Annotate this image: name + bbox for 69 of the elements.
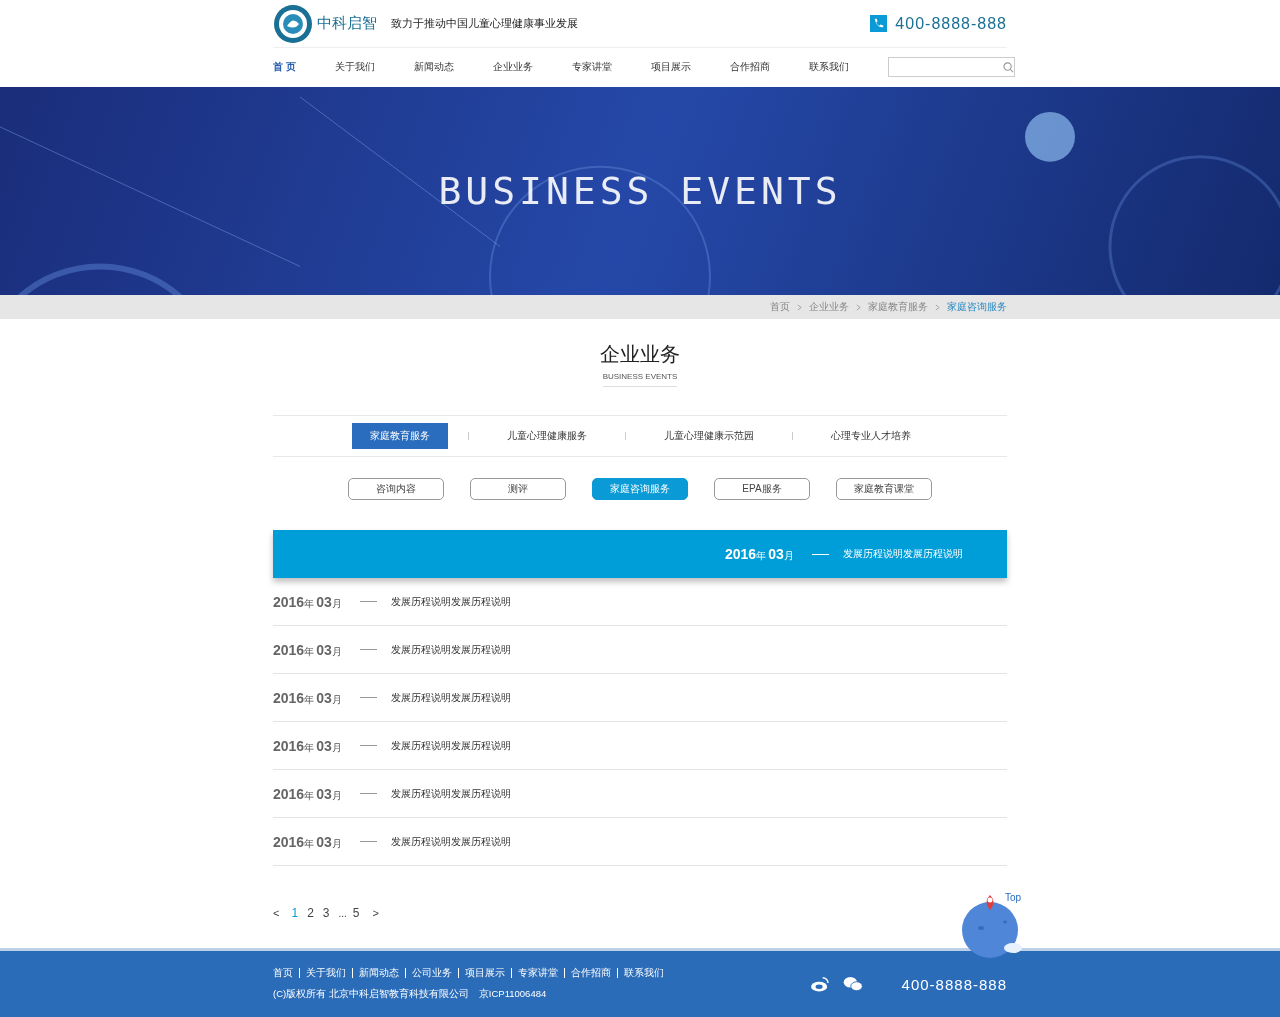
category-tab[interactable]: 儿童心理健康示范园 xyxy=(645,423,772,449)
weibo-icon[interactable] xyxy=(809,976,830,992)
chevron-icon xyxy=(856,303,861,311)
nav-link[interactable]: 企业业务 xyxy=(492,60,533,74)
brand-name: 中科启智 xyxy=(317,14,377,33)
page-link[interactable]: 3 xyxy=(322,906,330,920)
event-description: 发展历程说明发展历程说明 xyxy=(390,738,511,753)
service-tab[interactable]: 家庭教育课堂 xyxy=(836,478,932,500)
nav-link[interactable]: 联系我们 xyxy=(808,60,849,74)
nav-link[interactable]: 首 页 xyxy=(273,60,296,74)
date-label: 2016年03月 xyxy=(273,832,343,851)
event-description: 发展历程说明发展历程说明 xyxy=(842,547,963,561)
service-tab[interactable]: 测评 xyxy=(470,478,566,500)
ellipsis[interactable]: ... xyxy=(338,907,347,919)
chevron-icon xyxy=(935,303,940,311)
chevron-icon xyxy=(797,303,802,311)
copyright-text: (C)版权所有 北京中科启智教育科技有限公司 xyxy=(273,987,469,1001)
nav-link[interactable]: 项目展示 xyxy=(650,60,691,74)
footer-link[interactable]: 新闻动态 xyxy=(352,967,405,978)
date-label: 2016年03月 xyxy=(273,784,343,803)
previous-page-link[interactable]: < xyxy=(273,907,280,919)
event-description: 发展历程说明发展历程说明 xyxy=(390,786,511,801)
footer-hotline: 400-8888-888 xyxy=(901,975,1007,993)
footer-link[interactable]: 联系我们 xyxy=(617,967,670,978)
back-to-top-link[interactable]: Top xyxy=(1005,892,1022,903)
date-label: 2016年03月 xyxy=(273,688,343,707)
nav-link[interactable]: 新闻动态 xyxy=(413,60,454,74)
footer-link[interactable]: 项目展示 xyxy=(458,967,511,978)
logo-emblem-icon xyxy=(273,3,313,44)
page-link[interactable]: 2 xyxy=(307,906,314,920)
timeline-row[interactable]: 2016年03月 发展历程说明发展历程说明 xyxy=(273,674,1007,722)
icp-number: 京ICP11006484 xyxy=(478,987,547,1001)
timeline-row[interactable]: 2016年03月 发展历程说明发展历程说明 xyxy=(273,578,1007,626)
timeline-row[interactable]: 2016年03月 发展历程说明发展历程说明 xyxy=(273,722,1007,770)
date-label: 2016年03月 xyxy=(273,640,343,659)
date-label: 2016年03月 xyxy=(273,592,343,611)
category-tab[interactable]: 心理专业人才培养 xyxy=(812,423,929,449)
nav-link[interactable]: 专家讲堂 xyxy=(571,60,612,74)
service-tab[interactable]: EPA服务 xyxy=(714,478,810,500)
event-description: 发展历程说明发展历程说明 xyxy=(390,642,511,657)
date-label: 2016年03月 xyxy=(725,545,795,563)
footer-link[interactable]: 关于我们 xyxy=(299,967,352,978)
nav-link[interactable]: 合作招商 xyxy=(729,60,770,74)
search-icon[interactable] xyxy=(1002,61,1014,73)
banner-title: BUSINESS EVENTS xyxy=(438,168,842,213)
page-link[interactable]: 5 xyxy=(352,906,360,920)
footer-link[interactable]: 公司业务 xyxy=(405,967,458,978)
footer-link[interactable]: 首页 xyxy=(273,967,299,978)
event-description: 发展历程说明发展历程说明 xyxy=(390,594,511,609)
category-tab[interactable]: 家庭教育服务 xyxy=(351,423,448,449)
next-page-link[interactable]: > xyxy=(372,907,379,919)
footer-link[interactable]: 专家讲堂 xyxy=(511,967,564,978)
slogan: 致力于推动中国儿童心理健康事业发展 xyxy=(391,16,578,31)
search-field[interactable] xyxy=(887,57,1015,77)
timeline-row[interactable]: 2016年03月 发展历程说明发展历程说明 xyxy=(273,626,1007,674)
timeline-row[interactable]: 2016年03月 发展历程说明发展历程说明 xyxy=(273,818,1007,866)
event-description: 发展历程说明发展历程说明 xyxy=(390,834,511,849)
footer-link[interactable]: 合作招商 xyxy=(564,967,617,978)
date-label: 2016年03月 xyxy=(273,736,343,755)
chat-bubbles-icon[interactable] xyxy=(842,976,863,992)
service-tab[interactable]: 咨询内容 xyxy=(348,478,444,500)
hotline-number: 400-8888-888 xyxy=(895,14,1007,33)
timeline-row[interactable]: 2016年03月 发展历程说明发展历程说明 xyxy=(273,770,1007,818)
event-description: 发展历程说明发展历程说明 xyxy=(390,690,511,705)
phone-icon xyxy=(870,15,888,32)
nav-link[interactable]: 关于我们 xyxy=(334,60,375,74)
section-title: 企业业务 xyxy=(600,342,680,367)
section-subtitle: BUSINESS EVENTS xyxy=(602,372,678,387)
category-tab[interactable]: 儿童心理健康服务 xyxy=(488,423,605,449)
